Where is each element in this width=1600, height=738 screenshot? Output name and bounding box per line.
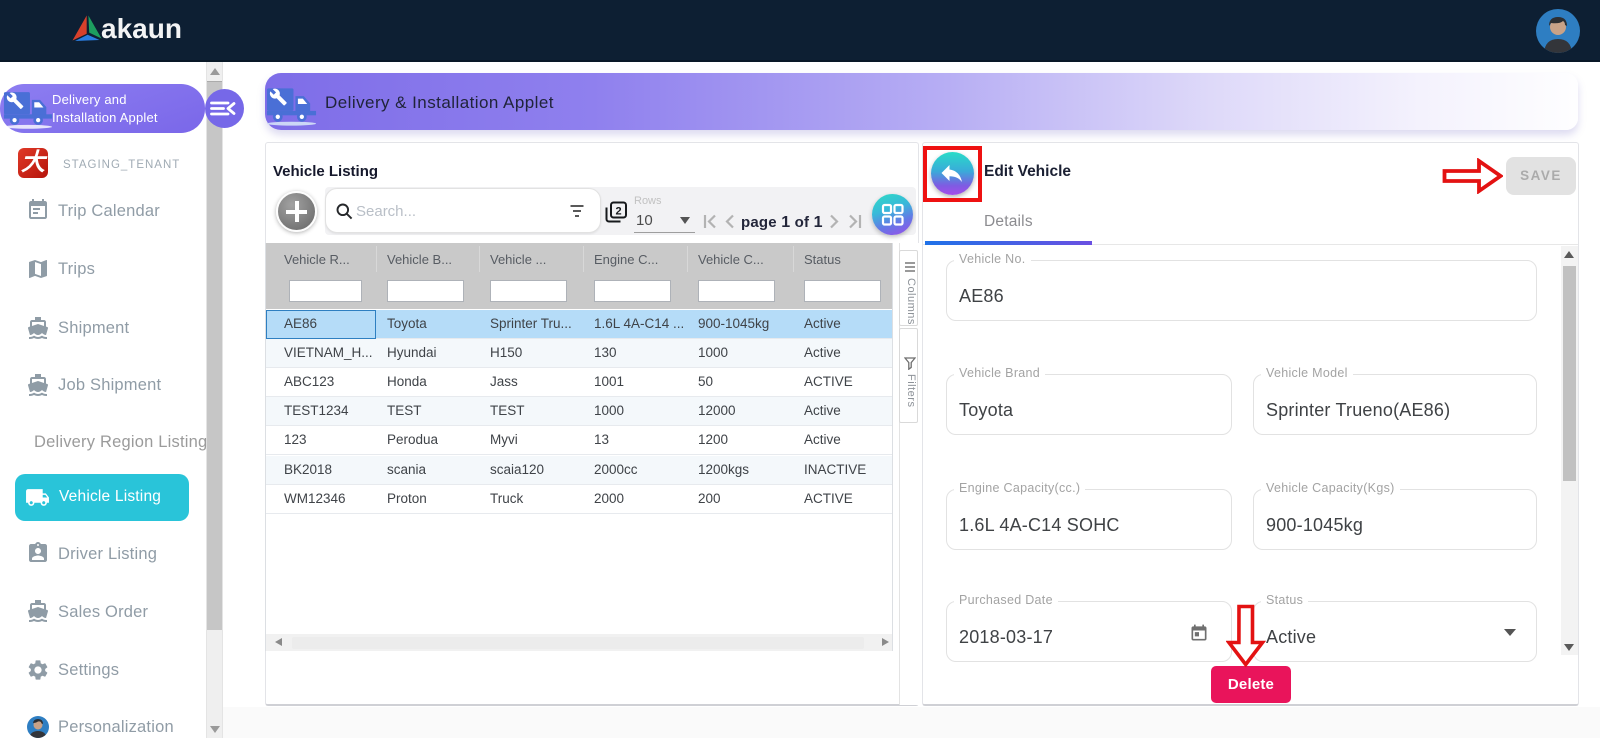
svg-text:2: 2 — [615, 206, 621, 218]
